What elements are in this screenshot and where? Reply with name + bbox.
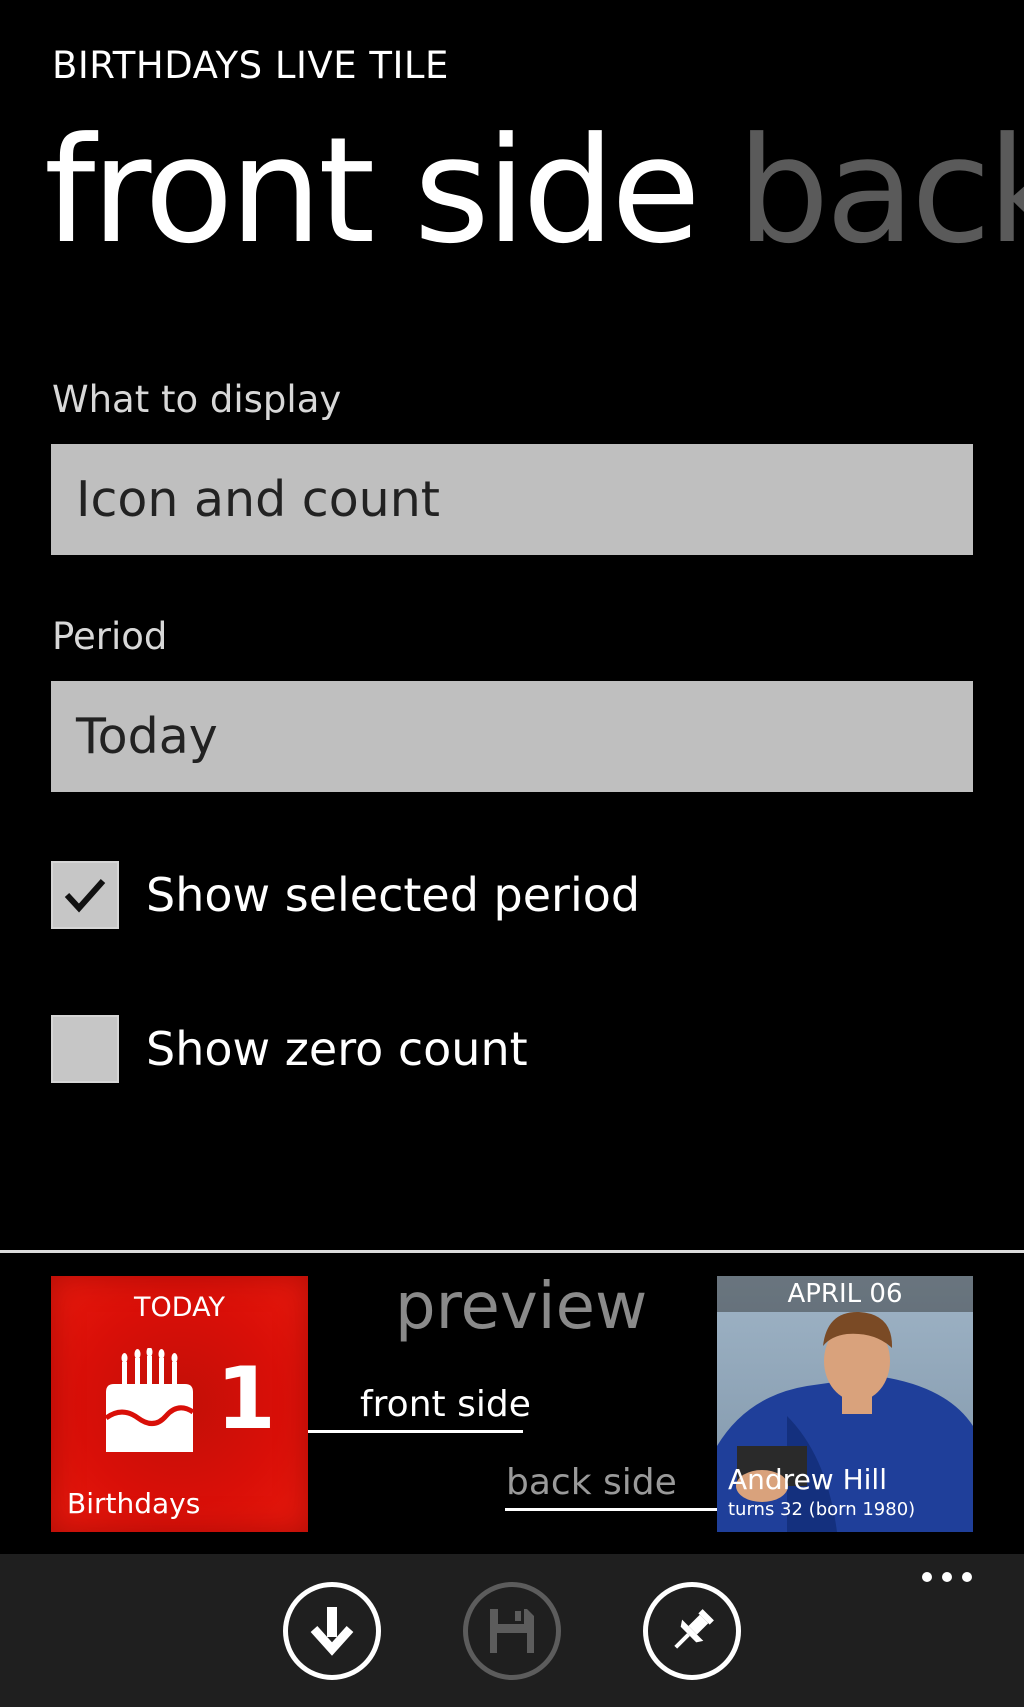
display-picker[interactable]: Icon and count	[51, 444, 973, 555]
more-icon[interactable]	[922, 1572, 972, 1582]
back-side-link[interactable]: back side	[506, 1462, 677, 1503]
back-tile-subtitle: turns 32 (born 1980)	[728, 1499, 916, 1520]
back-connector	[505, 1508, 717, 1511]
preview-label: preview	[395, 1270, 648, 1344]
front-tile-preview[interactable]: TODAY 1 Birthdays	[51, 1276, 308, 1532]
show-zero-count-checkbox[interactable]	[51, 1015, 119, 1083]
tile-period-text: TODAY	[134, 1292, 225, 1323]
pin-button[interactable]	[643, 1582, 741, 1680]
show-selected-period-checkbox[interactable]	[51, 861, 119, 929]
back-tile-date: APRIL 06	[717, 1276, 973, 1312]
app-title: BIRTHDAYS LIVE TILE	[52, 44, 449, 87]
app-bar	[0, 1554, 1024, 1707]
save-button[interactable]	[463, 1582, 561, 1680]
show-selected-period-row[interactable]: Show selected period	[51, 860, 640, 930]
divider	[0, 1250, 1024, 1253]
back-tile-preview[interactable]: APRIL 06 Andrew Hill turns 32 (born 1980…	[717, 1276, 973, 1532]
checkmark-icon	[64, 879, 106, 913]
tab-back[interactable]: back	[737, 106, 1024, 276]
show-zero-count-label: Show zero count	[146, 1022, 528, 1076]
pivot-header: front sideback	[44, 118, 1024, 264]
download-button[interactable]	[283, 1582, 381, 1680]
download-icon	[310, 1607, 354, 1656]
tab-front-side[interactable]: front side	[44, 106, 701, 276]
period-label: Period	[52, 615, 168, 658]
front-side-link[interactable]: front side	[360, 1384, 531, 1425]
show-zero-count-row[interactable]: Show zero count	[51, 1014, 528, 1084]
back-tile-person-name: Andrew Hill	[728, 1463, 887, 1496]
birthday-cake-icon	[104, 1348, 195, 1452]
save-icon	[490, 1609, 534, 1653]
pin-icon	[674, 1609, 714, 1649]
display-label: What to display	[52, 378, 342, 421]
period-picker[interactable]: Today	[51, 681, 973, 792]
front-connector	[308, 1430, 523, 1433]
tile-name: Birthdays	[67, 1487, 201, 1520]
show-selected-period-label: Show selected period	[146, 868, 641, 922]
tile-count: 1	[216, 1349, 276, 1449]
